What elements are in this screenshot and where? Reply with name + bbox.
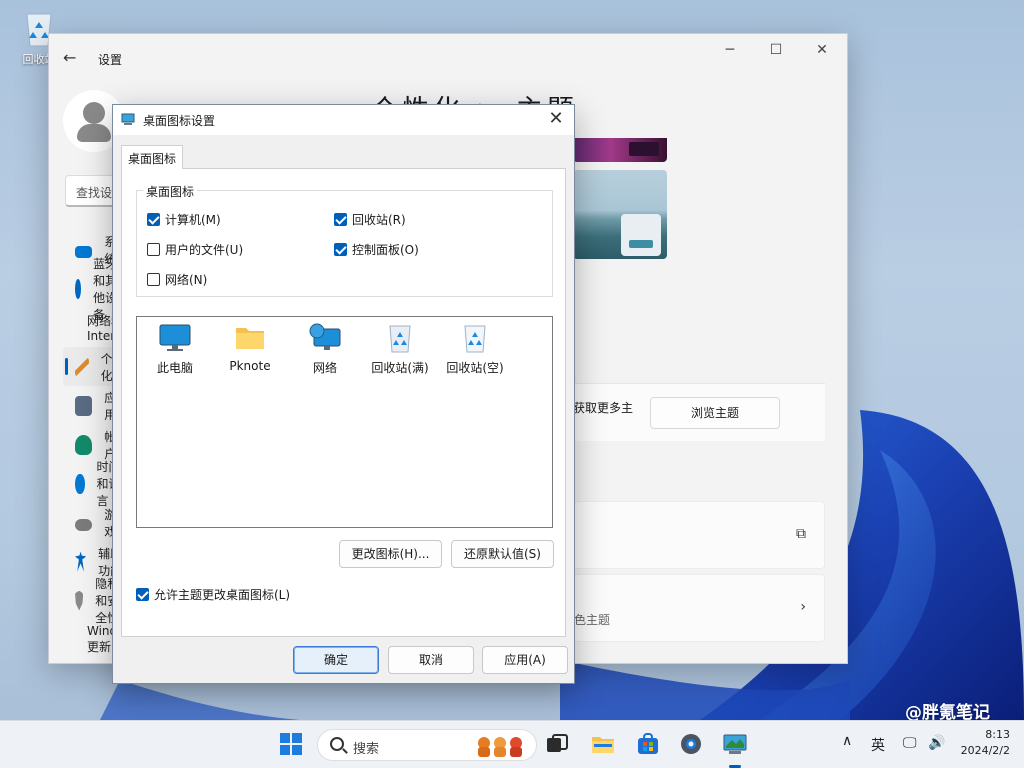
search-icon: [330, 737, 344, 751]
desktop-icon-settings-link[interactable]: ⧉: [573, 501, 825, 569]
list-item-pknote[interactable]: Pknote: [212, 323, 288, 373]
apps-icon: [75, 395, 93, 416]
chevron-up-icon[interactable]: ∧: [842, 733, 852, 749]
taskbar-search[interactable]: 搜索: [317, 729, 537, 761]
recycle-bin-empty-icon: [458, 323, 492, 353]
dialog-titlebar: 桌面图标设置 ✕: [113, 105, 574, 135]
checkbox-icon: [147, 243, 160, 256]
restore-default-button[interactable]: 还原默认值(S): [451, 540, 554, 568]
change-icon-button[interactable]: 更改图标(H)...: [339, 540, 442, 568]
desktop-settings-icon: [121, 112, 135, 126]
clock-date: 2024/2/2: [960, 744, 1010, 757]
store-icon[interactable]: [635, 731, 661, 757]
file-explorer-icon[interactable]: [590, 731, 616, 757]
task-view-icon[interactable]: [544, 731, 570, 757]
theme-thumbnail-glow[interactable]: [573, 138, 667, 162]
accessibility-icon: [75, 551, 87, 572]
tab-desktop-icons[interactable]: 桌面图标: [121, 145, 183, 169]
list-item-network[interactable]: 网络: [287, 323, 363, 376]
back-arrow-icon[interactable]: ←: [63, 48, 76, 67]
checkbox-icon: [147, 213, 160, 226]
window-controls: ─ ☐ ✕: [721, 42, 831, 58]
browse-themes-button[interactable]: 浏览主题: [650, 397, 780, 429]
icon-list[interactable]: 此电脑 Pknote 网络 回收站(满) 回收站(空): [136, 316, 553, 528]
maximize-icon[interactable]: ☐: [767, 42, 785, 58]
desktop-icon-settings-dialog: 桌面图标设置 ✕ 桌面图标 桌面图标 计算机(M) 回收站(R) 用户的文件(U…: [112, 104, 575, 684]
accounts-icon: [75, 434, 93, 455]
external-link-icon: ⧉: [796, 526, 806, 542]
cancel-button[interactable]: 取消: [388, 646, 474, 674]
get-more-themes-row: 获取更多主 浏览主题: [573, 383, 825, 441]
close-icon[interactable]: ✕: [546, 108, 566, 129]
settings-gear-icon[interactable]: [678, 731, 704, 757]
desktop-icon-settings-taskbar-icon[interactable]: [722, 731, 748, 757]
checkbox-icon: [334, 213, 347, 226]
list-item-this-pc[interactable]: 此电脑: [137, 323, 213, 376]
allow-themes-checkbox[interactable]: 允许主题更改桌面图标(L): [136, 586, 290, 603]
checkbox-icon: [147, 273, 160, 286]
time-icon: [75, 473, 85, 494]
clock[interactable]: 8:13 2024/2/2: [961, 727, 1010, 759]
contrast-themes-link[interactable]: 色主题 ›: [573, 574, 825, 642]
ok-button[interactable]: 确定: [293, 646, 379, 674]
theme-thumbnail-captured-motion[interactable]: [573, 170, 667, 259]
checkbox-icon: [136, 588, 149, 601]
list-item-recycle-empty[interactable]: 回收站(空): [437, 323, 513, 376]
monitor-icon: [158, 323, 192, 353]
control-panel-checkbox[interactable]: 控制面板(O): [334, 241, 419, 258]
computer-checkbox[interactable]: 计算机(M): [147, 211, 221, 228]
recycle-bin-full-icon: [383, 323, 417, 353]
contrast-themes-subtitle: 色主题: [574, 613, 611, 627]
dialog-title: 桌面图标设置: [143, 114, 216, 128]
checkbox-icon: [334, 243, 347, 256]
clock-time: 8:13: [985, 728, 1010, 741]
network-status-icon[interactable]: 🖵: [903, 735, 917, 751]
shield-icon: [75, 590, 84, 611]
desktop-icons-group: 桌面图标 计算机(M) 回收站(R) 用户的文件(U) 控制面板(O) 网络(N…: [136, 183, 553, 297]
get-more-themes-text: 获取更多主: [573, 401, 634, 415]
settings-titlebar: ← 设置 ─ ☐ ✕: [49, 34, 847, 82]
app-title: 设置: [98, 53, 123, 67]
volume-icon[interactable]: 🔊: [928, 735, 945, 751]
brush-icon: [75, 356, 89, 377]
list-item-recycle-full[interactable]: 回收站(满): [362, 323, 438, 376]
search-highlight-icon: [478, 737, 522, 757]
network-checkbox[interactable]: 网络(N): [147, 271, 207, 288]
apply-button[interactable]: 应用(A): [482, 646, 568, 674]
close-icon[interactable]: ✕: [813, 42, 831, 58]
search-label: 搜索: [353, 742, 380, 757]
ime-indicator[interactable]: 英: [871, 735, 885, 755]
recycle-bin-checkbox[interactable]: 回收站(R): [334, 211, 406, 228]
group-legend: 桌面图标: [143, 183, 198, 200]
taskbar: 搜索 ∧ 英 🖵 🔊 8:13 2024/2/2: [0, 720, 1024, 768]
chevron-right-icon: ›: [800, 599, 806, 615]
network-icon: [308, 323, 342, 353]
user-files-checkbox[interactable]: 用户的文件(U): [147, 241, 243, 258]
gaming-icon: [75, 518, 93, 531]
start-button[interactable]: [278, 731, 304, 757]
windows-icon: [280, 733, 302, 755]
minimize-icon[interactable]: ─: [721, 42, 739, 58]
folder-icon: [233, 323, 267, 353]
tab-panel: 桌面图标 计算机(M) 回收站(R) 用户的文件(U) 控制面板(O) 网络(N…: [121, 168, 566, 637]
system-icon: [75, 245, 93, 258]
bluetooth-icon: [75, 278, 82, 299]
